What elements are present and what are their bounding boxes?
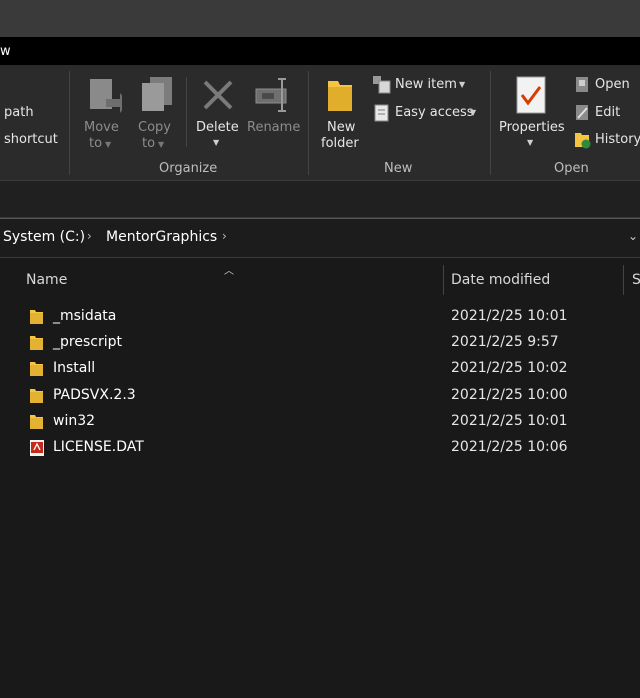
pdf-file-icon xyxy=(29,439,45,461)
folder-icon xyxy=(29,334,45,356)
rename-icon xyxy=(255,78,287,112)
organize-group-label: Organize xyxy=(159,161,218,176)
move-to-caret: ▼ xyxy=(105,140,112,149)
file-date-modified: 2021/2/25 9:57 xyxy=(451,334,559,351)
ribbon-tab-view[interactable]: w xyxy=(0,44,11,59)
group-separator xyxy=(186,77,187,147)
open-group-label: Open xyxy=(554,161,589,176)
easy-access-label: Easy access xyxy=(395,105,474,120)
new-item-caret: ▼ xyxy=(459,80,466,89)
folder-icon xyxy=(30,336,43,351)
folder-icon xyxy=(29,413,45,435)
new-folder-label-1: New xyxy=(327,120,356,135)
column-header-type[interactable]: S xyxy=(632,272,640,288)
easy-access-caret: ▼ xyxy=(470,108,477,117)
folder-icon xyxy=(30,388,43,403)
column-header-date-modified[interactable]: Date modified xyxy=(451,272,550,288)
ribbon: path shortcut Move to ▼ Copy to ▼ Delete… xyxy=(0,65,640,181)
column-divider[interactable] xyxy=(623,265,624,295)
breadcrumb-mentorgraphics[interactable]: MentorGraphics xyxy=(106,229,217,245)
easy-access-icon xyxy=(374,104,389,122)
file-name: _msidata xyxy=(53,308,117,324)
breadcrumb-chevron-icon[interactable]: › xyxy=(222,229,227,243)
folder-icon xyxy=(30,414,43,429)
copy-to-caret: ▼ xyxy=(158,140,165,149)
new-item-icon xyxy=(373,76,391,94)
file-date-modified: 2021/2/25 10:01 xyxy=(451,308,568,324)
file-date-modified: 2021/2/25 10:00 xyxy=(451,386,568,403)
file-list-row[interactable]: PADSVX.2.3 2021/2/25 10:00 xyxy=(0,383,640,409)
address-history-dropdown-icon[interactable]: ⌄ xyxy=(628,229,638,243)
folder-icon xyxy=(30,362,43,377)
sort-ascending-icon: ︿ xyxy=(224,266,234,277)
breadcrumb-chevron-icon[interactable]: › xyxy=(87,229,92,243)
file-name: win32 xyxy=(53,412,96,429)
file-list-row[interactable]: Install 2021/2/25 10:02 xyxy=(0,356,640,382)
file-list-row[interactable]: LICENSE.DAT 2021/2/25 10:06 xyxy=(0,435,640,461)
new-folder-icon xyxy=(328,81,352,111)
file-name: _prescript xyxy=(53,334,122,351)
open-label: Open xyxy=(595,77,630,92)
file-name: PADSVX.2.3 xyxy=(53,386,136,403)
folder-icon xyxy=(29,360,45,382)
file-date-modified: 2021/2/25 10:02 xyxy=(451,360,568,377)
move-to-label-1: Move xyxy=(84,120,119,135)
rename-label: Rename xyxy=(247,120,301,135)
move-to-label-2: to xyxy=(89,136,103,151)
edit-label: Edit xyxy=(595,105,621,120)
new-folder-label-2: folder xyxy=(321,136,359,151)
group-separator xyxy=(69,71,70,175)
copy-to-label-2: to xyxy=(142,136,156,151)
group-separator xyxy=(308,71,309,175)
history-label: History xyxy=(595,132,640,147)
title-bar xyxy=(0,0,640,37)
copy-path-button[interactable]: path xyxy=(4,105,34,120)
column-header-row: Name Date modified S xyxy=(0,262,640,298)
folder-icon xyxy=(30,310,43,324)
file-list-row[interactable]: win32 2021/2/25 10:01 xyxy=(0,409,640,435)
new-item-label: New item xyxy=(395,77,457,92)
delete-icon xyxy=(203,80,233,110)
file-name: LICENSE.DAT xyxy=(53,439,144,455)
history-icon xyxy=(575,133,591,149)
column-divider[interactable] xyxy=(443,265,444,295)
file-list-row[interactable]: _prescript 2021/2/25 9:57 xyxy=(0,330,640,356)
delete-label: Delete xyxy=(196,120,239,135)
edit-icon xyxy=(576,105,588,120)
address-bar[interactable]: System (C:) › MentorGraphics › ⌄ xyxy=(0,218,640,258)
ribbon-lower-band xyxy=(0,181,640,218)
copy-to-icon xyxy=(142,77,172,111)
file-date-modified: 2021/2/25 10:01 xyxy=(451,412,568,429)
properties-label: Properties xyxy=(499,120,565,135)
pdf-file-icon xyxy=(30,440,44,456)
file-date-modified: 2021/2/25 10:06 xyxy=(451,439,568,455)
properties-icon xyxy=(516,76,546,114)
breadcrumb-system-c[interactable]: System (C:) xyxy=(3,229,85,245)
folder-icon xyxy=(29,308,45,330)
ribbon-tab-strip: w xyxy=(0,37,640,65)
paste-shortcut-button[interactable]: shortcut xyxy=(4,132,58,147)
file-list-row[interactable]: _msidata 2021/2/25 10:01 xyxy=(0,304,640,330)
properties-caret: ▼ xyxy=(527,138,534,147)
group-separator xyxy=(490,71,491,175)
file-name: Install xyxy=(53,360,96,377)
column-header-name[interactable]: Name xyxy=(26,272,67,288)
move-to-icon xyxy=(90,79,122,113)
open-icon xyxy=(576,77,588,92)
delete-caret: ▼ xyxy=(213,138,220,147)
new-group-label: New xyxy=(384,161,413,176)
copy-to-label-1: Copy xyxy=(138,120,171,135)
folder-icon xyxy=(29,387,45,409)
